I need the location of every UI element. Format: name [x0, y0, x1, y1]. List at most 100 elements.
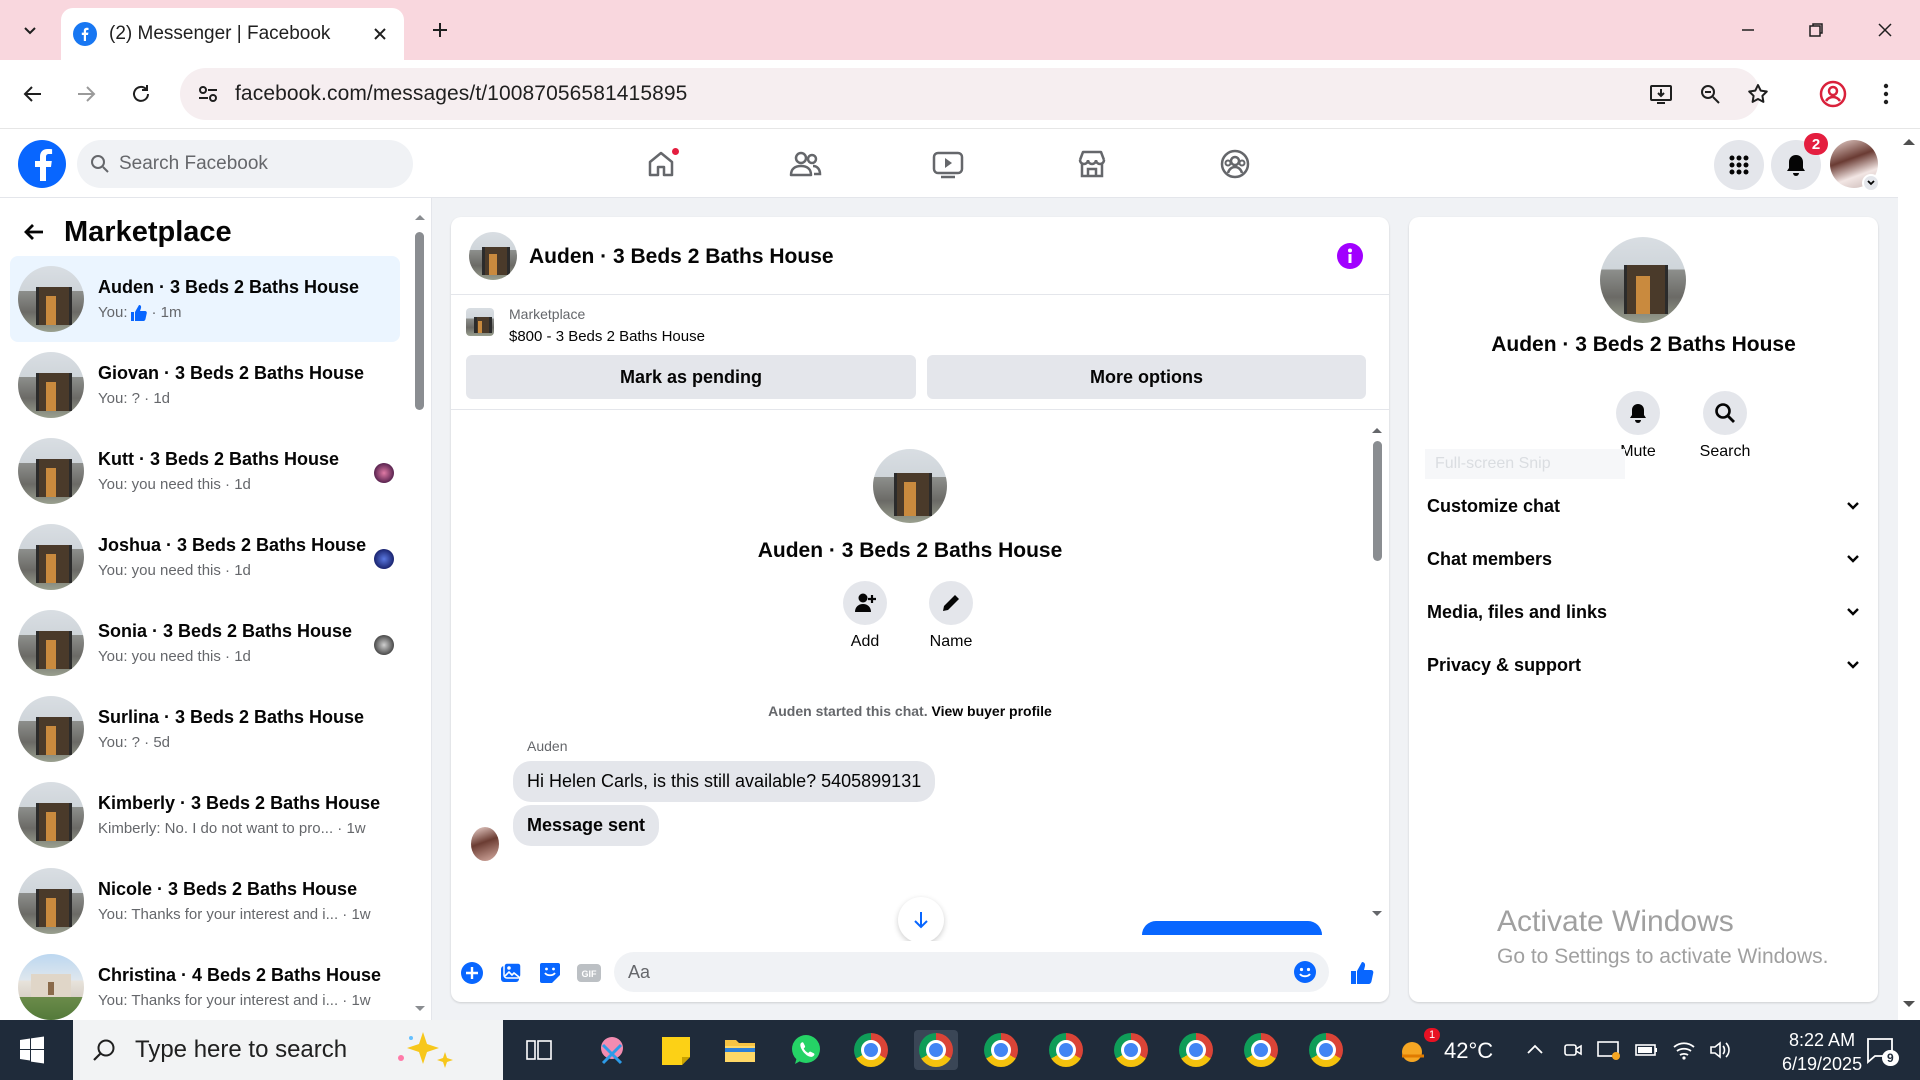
conversation-item[interactable]: Surlina · 3 Beds 2 Baths House You: ? · … [10, 686, 400, 772]
listing-thumbnail[interactable] [466, 308, 494, 336]
start-button[interactable] [18, 1036, 46, 1064]
reload-button[interactable] [123, 76, 159, 112]
url-text[interactable]: facebook.com/messages/t/1008705658141589… [235, 82, 687, 106]
more-options-button[interactable]: More options [927, 355, 1366, 399]
conversation-item[interactable]: Auden · 3 Beds 2 Baths House You: · 1m [10, 256, 400, 342]
conversation-item[interactable]: Giovan · 3 Beds 2 Baths House You: ? · 1… [10, 342, 400, 428]
task-view-button[interactable] [517, 1030, 561, 1070]
gif-button[interactable]: GIF [575, 959, 603, 987]
conversation-item[interactable]: Kutt · 3 Beds 2 Baths House You: you nee… [10, 428, 400, 514]
mark-as-pending-button[interactable]: Mark as pending [466, 355, 916, 399]
close-window-button[interactable] [1862, 10, 1908, 50]
thread-scrollbar[interactable] [1369, 417, 1385, 937]
conversation-item[interactable]: Joshua · 3 Beds 2 Baths House You: you n… [10, 514, 400, 600]
message-input[interactable] [628, 952, 1268, 992]
scroll-to-bottom-button[interactable] [898, 897, 944, 941]
search-input[interactable] [119, 140, 399, 188]
privacy-support-section[interactable]: Privacy & support [1427, 643, 1861, 687]
facebook-logo[interactable] [18, 140, 66, 188]
details-avatar[interactable] [1600, 237, 1686, 323]
facebook-search[interactable] [77, 140, 413, 188]
weather-widget[interactable]: 1 [1394, 1028, 1441, 1070]
install-app-icon[interactable] [1647, 80, 1675, 108]
browser-toolbar: facebook.com/messages/t/1008705658141589… [0, 60, 1920, 129]
edit-name-button[interactable]: Name [911, 581, 991, 651]
scroll-down-icon [1903, 1001, 1915, 1007]
chrome-menu-button[interactable] [1868, 76, 1904, 112]
bookmark-star-icon[interactable] [1744, 80, 1772, 108]
taskbar-app-chrome[interactable] [849, 1030, 893, 1070]
meet-now-icon[interactable] [1562, 1039, 1584, 1061]
site-info-icon[interactable] [194, 80, 222, 108]
started-text: Auden started this chat. [768, 703, 928, 719]
send-like-button[interactable] [1348, 959, 1376, 987]
nav-groups[interactable] [1175, 137, 1295, 191]
new-tab-button[interactable] [424, 14, 456, 46]
media-files-links-section[interactable]: Media, files and links [1427, 590, 1861, 634]
battery-icon[interactable] [1634, 1041, 1660, 1059]
taskbar-app-chrome-profile[interactable] [979, 1030, 1023, 1070]
chevron-up-icon[interactable] [1524, 1040, 1546, 1060]
speaker-icon[interactable] [1708, 1039, 1732, 1061]
zoom-icon[interactable] [1696, 80, 1724, 108]
chat-avatar[interactable] [469, 232, 517, 280]
taskbar-app-chrome-profile[interactable] [1174, 1030, 1218, 1070]
chat-title[interactable]: Auden · 3 Beds 2 Baths House [529, 245, 834, 269]
tab-close-button[interactable] [366, 20, 394, 48]
listing-title[interactable]: $800 - 3 Beds 2 Baths House [509, 328, 705, 345]
name-label: Name [929, 633, 973, 650]
taskbar-app-file-explorer[interactable] [718, 1030, 762, 1070]
taskbar-app-chrome-profile[interactable] [1109, 1030, 1153, 1070]
profile-button[interactable] [1815, 76, 1851, 112]
search-in-conversation-button[interactable]: Search [1685, 391, 1765, 461]
conversation-item[interactable]: Sonia · 3 Beds 2 Baths House You: you ne… [10, 600, 400, 686]
menu-button[interactable] [1714, 140, 1764, 190]
taskbar-app-snipping[interactable] [590, 1030, 634, 1070]
plus-circle-icon [461, 962, 483, 984]
forward-button[interactable] [68, 76, 104, 112]
taskbar-app-chrome-profile[interactable] [1304, 1030, 1348, 1070]
display-icon[interactable] [1596, 1039, 1622, 1061]
restore-button[interactable] [1793, 10, 1839, 50]
minimize-button[interactable] [1725, 10, 1771, 50]
customize-chat-section[interactable]: Customize chat [1427, 484, 1861, 528]
taskbar-app-whatsapp[interactable] [784, 1030, 828, 1070]
notification-center-button[interactable]: 9 [1858, 1030, 1902, 1070]
view-buyer-profile-link[interactable]: View buyer profile [932, 703, 1052, 719]
more-actions-button[interactable] [458, 959, 486, 987]
nav-friends[interactable] [745, 137, 865, 191]
wifi-icon[interactable] [1672, 1039, 1696, 1061]
taskbar-app-chrome-profile[interactable] [914, 1030, 958, 1070]
sidebar-scrollbar[interactable] [413, 212, 427, 1012]
system-clock[interactable]: 8:22 AM 6/19/2025 [1782, 1028, 1862, 1076]
tab-search-button[interactable] [14, 14, 46, 46]
taskbar-app-sticky-notes[interactable] [654, 1030, 698, 1070]
back-arrow-icon[interactable] [22, 220, 46, 244]
conversation-info-button[interactable] [1337, 243, 1363, 269]
scrollbar-thumb[interactable] [1373, 441, 1382, 561]
attach-photo-button[interactable] [497, 959, 525, 987]
conversation-item[interactable]: Kimberly · 3 Beds 2 Baths House Kimberly… [10, 772, 400, 858]
account-chevron-icon[interactable] [1862, 174, 1880, 192]
conversation-item[interactable]: Nicole · 3 Beds 2 Baths House You: Thank… [10, 858, 400, 944]
browser-tab[interactable]: (2) Messenger | Facebook [61, 8, 404, 60]
emoji-icon[interactable] [1293, 960, 1317, 984]
back-button[interactable] [15, 76, 51, 112]
nav-video[interactable] [888, 137, 1008, 191]
message-bubble[interactable]: Message sent [513, 805, 660, 846]
conversation-name: Nicole · 3 Beds 2 Baths House [98, 879, 358, 899]
taskbar-search[interactable]: Type here to search [73, 1020, 503, 1080]
nav-marketplace[interactable] [1032, 137, 1152, 191]
message-bubble[interactable]: Hi Helen Carls, is this still available?… [513, 761, 936, 802]
page-scrollbar[interactable] [1898, 129, 1920, 1020]
conversation-item[interactable]: Christina · 4 Beds 2 Baths House You: Th… [10, 944, 400, 1020]
chat-members-section[interactable]: Chat members [1427, 537, 1861, 581]
sidebar-title: Marketplace [64, 215, 232, 248]
add-people-button[interactable]: Add [825, 581, 905, 651]
address-bar[interactable]: facebook.com/messages/t/1008705658141589… [180, 68, 1768, 120]
scrollbar-thumb[interactable] [415, 232, 424, 410]
taskbar-app-chrome-profile[interactable] [1044, 1030, 1088, 1070]
taskbar-app-chrome-profile[interactable] [1239, 1030, 1283, 1070]
nav-home[interactable] [601, 137, 721, 191]
sticker-button[interactable] [536, 959, 564, 987]
